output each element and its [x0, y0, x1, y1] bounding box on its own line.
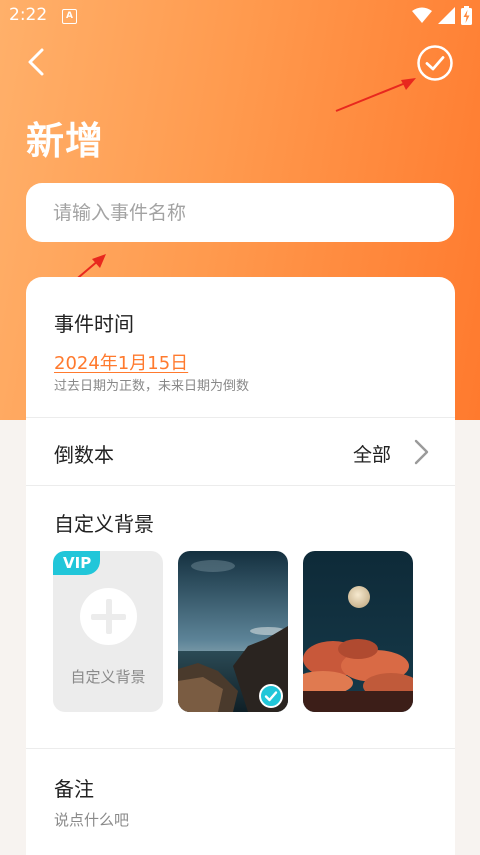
back-icon[interactable]	[22, 44, 54, 80]
event-time-hint: 过去日期为正数，未来日期为倒数	[54, 379, 250, 394]
custom-background-add-tile[interactable]: VIP 自定义背景	[53, 551, 163, 712]
custom-background-tile-label: 自定义背景	[70, 668, 146, 686]
notes-section[interactable]: 备注 说点什么吧	[26, 749, 455, 855]
countdown-book-value: 全部	[352, 444, 391, 466]
battery-charging-icon	[461, 6, 472, 25]
event-time-section: 事件时间 2024年1月15日 过去日期为正数，未来日期为倒数	[26, 277, 455, 417]
event-name-input[interactable]	[26, 183, 454, 242]
custom-background-section: 自定义背景 VIP 自定义背景	[26, 486, 455, 748]
notes-input-placeholder[interactable]: 说点什么吧	[54, 809, 129, 830]
plus-icon	[80, 588, 137, 645]
status-bar: 2:22 A	[0, 0, 480, 34]
notes-label: 备注	[54, 777, 94, 801]
chevron-right-icon	[414, 439, 429, 465]
signal-icon	[438, 7, 455, 24]
background-option-sea[interactable]	[178, 551, 288, 712]
background-option-moon[interactable]	[303, 551, 413, 712]
selected-check-icon	[259, 684, 283, 708]
event-time-label: 事件时间	[54, 312, 134, 336]
custom-background-label: 自定义背景	[54, 512, 154, 536]
status-icons	[412, 6, 472, 25]
moon-clouds-image	[303, 551, 413, 712]
vip-badge: VIP	[53, 551, 100, 575]
countdown-book-row[interactable]: 倒数本 全部	[26, 418, 455, 485]
app-notification-icon: A	[62, 9, 77, 24]
event-form-card: 事件时间 2024年1月15日 过去日期为正数，未来日期为倒数 倒数本 全部 自…	[26, 277, 455, 855]
page-title: 新增	[26, 119, 105, 163]
event-date-link[interactable]: 2024年1月15日	[54, 349, 188, 375]
confirm-check-icon[interactable]	[416, 44, 454, 82]
status-time: 2:22	[9, 5, 48, 25]
wifi-icon	[412, 7, 432, 23]
countdown-book-label: 倒数本	[54, 443, 114, 467]
